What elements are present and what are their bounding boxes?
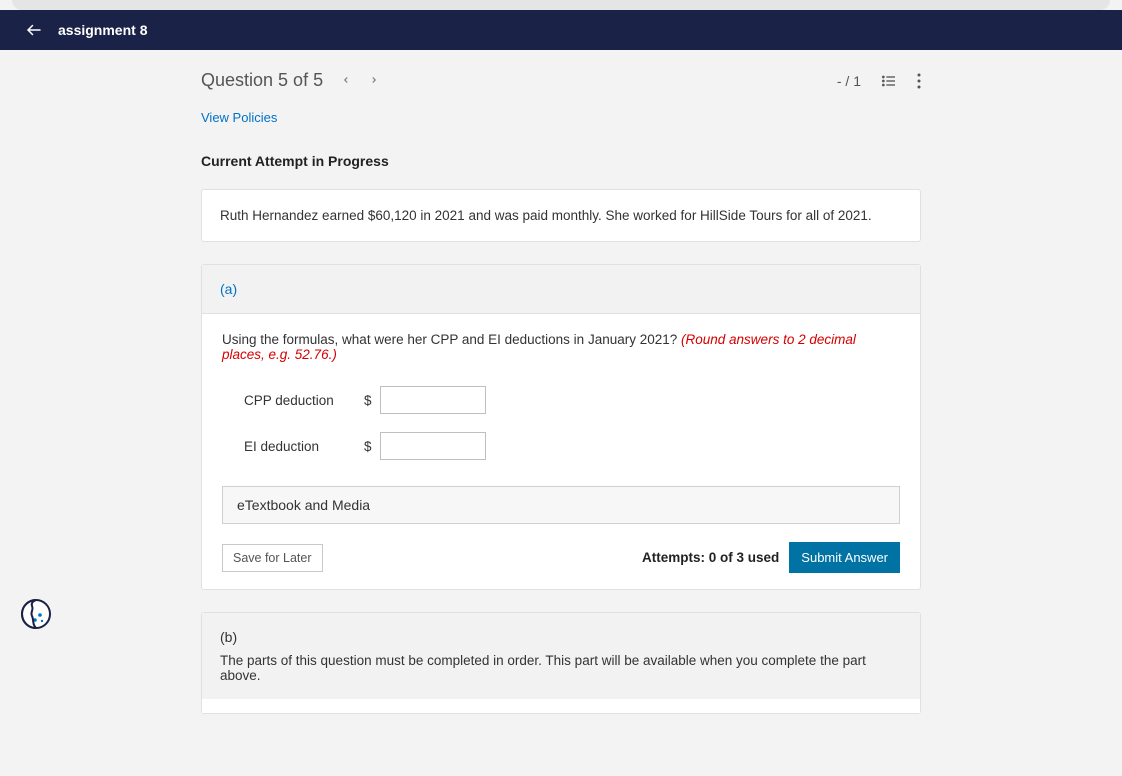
question-counter: Question 5 of 5 [201, 70, 323, 91]
question-intro-text: Ruth Hernandez earned $60,120 in 2021 an… [220, 208, 872, 223]
part-a-card: (a) Using the formulas, what were her CP… [201, 264, 921, 590]
prev-question-icon[interactable] [341, 73, 351, 89]
part-b-card: (b) The parts of this question must be c… [201, 612, 921, 714]
part-b-locked-message: The parts of this question must be compl… [220, 653, 902, 683]
part-a-question-text: Using the formulas, what were her CPP an… [222, 332, 681, 347]
ei-currency: $ [364, 439, 372, 454]
cpp-currency: $ [364, 393, 372, 408]
view-policies-link[interactable]: View Policies [201, 110, 277, 125]
part-a-footer: Save for Later Attempts: 0 of 3 used Sub… [222, 542, 900, 589]
etextbook-media-label: eTextbook and Media [237, 497, 370, 513]
next-question-icon[interactable] [369, 73, 379, 89]
question-bar-right: - / 1 [837, 73, 921, 89]
ei-row: EI deduction $ [222, 432, 900, 460]
save-for-later-button[interactable]: Save for Later [222, 544, 323, 572]
cpp-label: CPP deduction [244, 393, 364, 408]
assignment-header: assignment 8 [0, 10, 1122, 50]
cpp-row: CPP deduction $ [222, 386, 900, 414]
part-a-prompt: Using the formulas, what were her CPP an… [222, 332, 900, 362]
cookie-settings-icon[interactable] [18, 596, 54, 632]
question-nav-bar: Question 5 of 5 - / 1 [201, 70, 921, 91]
part-b-body-placeholder [202, 699, 920, 713]
part-a-header: (a) [202, 265, 920, 314]
attempt-status-label: Current Attempt in Progress [201, 153, 921, 169]
question-score: - / 1 [837, 73, 861, 89]
ei-label: EI deduction [244, 439, 364, 454]
browser-tab-strip [12, 0, 1110, 10]
etextbook-media-toggle[interactable]: eTextbook and Media [222, 486, 900, 524]
part-a-body: Using the formulas, what were her CPP an… [202, 314, 920, 589]
submit-answer-button[interactable]: Submit Answer [789, 542, 900, 573]
cpp-input[interactable] [380, 386, 486, 414]
question-nav-arrows [341, 73, 379, 89]
attempts-text: Attempts: 0 of 3 used [642, 550, 779, 565]
part-b-label: (b) [220, 629, 902, 645]
assignment-title: assignment 8 [58, 22, 147, 38]
part-b-header: (b) The parts of this question must be c… [202, 613, 920, 699]
main-content: Question 5 of 5 - / 1 View Policies Curr… [201, 50, 921, 776]
list-icon[interactable] [881, 73, 897, 89]
question-intro-card: Ruth Hernandez earned $60,120 in 2021 an… [201, 189, 921, 242]
kebab-menu-icon[interactable] [917, 73, 921, 89]
ei-input[interactable] [380, 432, 486, 460]
back-arrow-icon[interactable] [24, 20, 44, 40]
